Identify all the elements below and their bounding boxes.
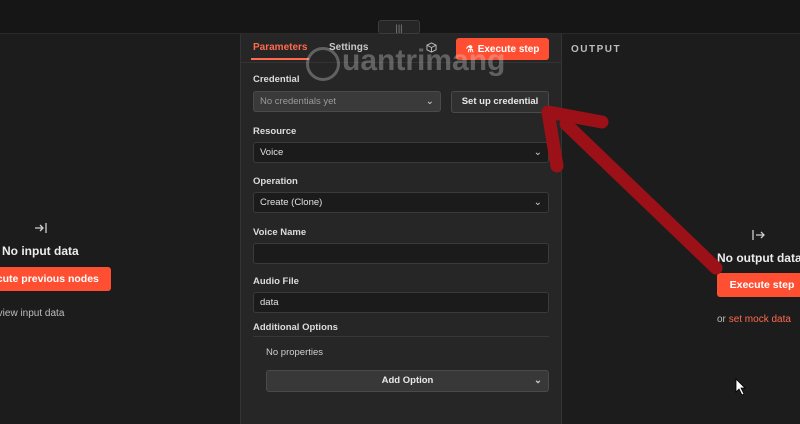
arrow-to-right-icon [34,221,48,233]
additional-options-label: Additional Options [253,322,338,333]
set-mock-data-hint: or set mock data [717,314,791,325]
arrow-from-right-icon [752,228,766,240]
chevron-down-icon: ⌄ [534,375,542,386]
parameters-panel: Parameters Settings ⚗ Execute step Creden… [240,34,562,424]
output-header: OUTPUT [571,44,622,55]
audio-file-input[interactable]: data [253,292,549,313]
no-output-title: No output data [717,251,800,265]
chevron-down-icon: ⌄ [425,96,434,107]
set-mock-data-link[interactable]: set mock data [729,314,791,325]
voice-name-input[interactable] [253,243,549,264]
add-option-button[interactable]: Add Option ⌄ [266,370,549,392]
watermark-logo-icon [306,47,340,81]
resource-value: Voice [260,147,284,158]
resource-select[interactable]: Voice ⌄ [253,142,549,163]
execute-previous-nodes-button[interactable]: Execute previous nodes [0,267,111,291]
top-bar: ||| [0,0,800,34]
credential-label: Credential [253,74,300,85]
active-tab-indicator [251,58,309,60]
chevron-down-icon: ⌄ [533,147,542,158]
operation-select[interactable]: Create (Clone) ⌄ [253,192,549,213]
mouse-cursor-icon [735,378,746,396]
view-input-hint: or view input data [0,308,65,319]
voice-name-label: Voice Name [253,227,307,238]
credential-placeholder: No credentials yet [260,96,337,107]
set-up-credential-button[interactable]: Set up credential [451,91,549,113]
add-option-label: Add Option [381,375,434,386]
panel-drag-handle[interactable]: ||| [378,20,420,34]
watermark-text: uantrimang [342,44,506,77]
output-execute-step-button[interactable]: Execute step [717,273,800,297]
tab-parameters[interactable]: Parameters [253,42,307,53]
audio-file-label: Audio File [253,276,299,287]
input-pane: No input data Execute previous nodes or … [0,34,240,424]
hint-prefix: or [717,314,726,325]
credential-select[interactable]: No credentials yet ⌄ [253,91,441,112]
no-properties-text: No properties [266,347,324,358]
resource-label: Resource [253,126,297,137]
no-input-title: No input data [2,244,79,258]
operation-value: Create (Clone) [260,197,323,208]
chevron-down-icon: ⌄ [533,197,542,208]
output-pane: OUTPUT No output data Execute step or se… [562,34,800,424]
operation-label: Operation [253,176,298,187]
additional-options-divider [253,336,549,337]
